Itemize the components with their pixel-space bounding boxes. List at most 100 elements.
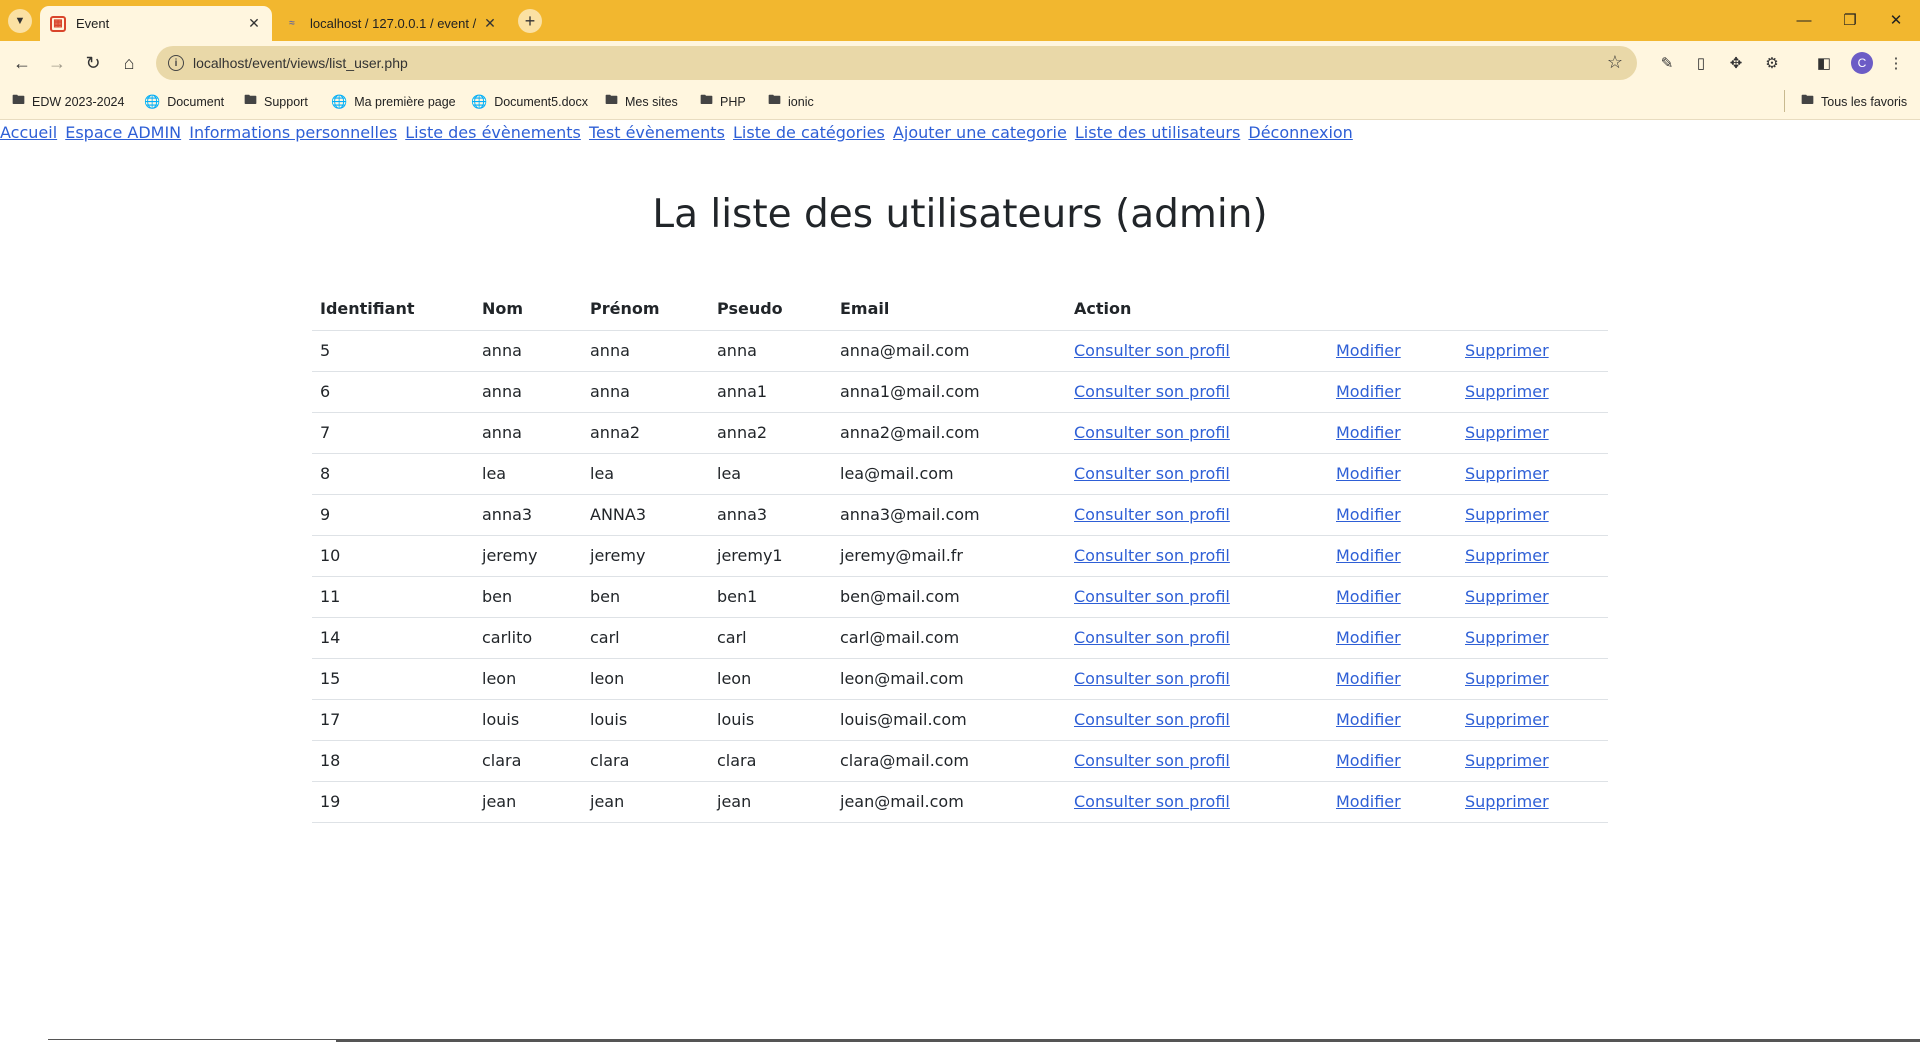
modifier-link[interactable]: Modifier bbox=[1336, 464, 1401, 483]
supprimer-link[interactable]: Supprimer bbox=[1465, 669, 1549, 688]
bookmark-document[interactable]: 🌐 Document bbox=[144, 92, 224, 112]
action-cell: Modifier bbox=[1328, 330, 1457, 372]
cell-prenom: louis bbox=[582, 699, 709, 741]
close-tab-icon[interactable]: ✕ bbox=[480, 14, 500, 34]
minimize-button[interactable]: — bbox=[1789, 8, 1819, 32]
table-row: 19 jean jean jean jean@mail.com Consulter son… bbox=[312, 781, 1608, 823]
close-tab-icon[interactable]: ✕ bbox=[244, 14, 264, 34]
reload-button[interactable]: ↻ bbox=[79, 49, 107, 77]
restore-button[interactable]: ❐ bbox=[1835, 8, 1865, 32]
action-cell: Consulter son profil bbox=[1066, 740, 1328, 782]
cell-prenom: leon bbox=[582, 658, 709, 700]
back-button[interactable]: ← bbox=[8, 49, 36, 77]
bookmark-star-icon[interactable]: ☆ bbox=[1607, 52, 1623, 73]
consulter-profil-link[interactable]: Consulter son profil bbox=[1074, 505, 1230, 524]
modifier-link[interactable]: Modifier bbox=[1336, 546, 1401, 565]
consulter-profil-link[interactable]: Consulter son profil bbox=[1074, 710, 1230, 729]
modifier-link[interactable]: Modifier bbox=[1336, 505, 1401, 524]
extension-pen-icon[interactable]: ✎ bbox=[1655, 51, 1679, 75]
bookmark-ma-premiere-page[interactable]: 🌐 Ma première page bbox=[331, 92, 456, 112]
supprimer-link[interactable]: Supprimer bbox=[1465, 382, 1549, 401]
chevron-down-icon: ▼ bbox=[14, 15, 26, 27]
modifier-link[interactable]: Modifier bbox=[1336, 341, 1401, 360]
modifier-link[interactable]: Modifier bbox=[1336, 751, 1401, 770]
table-row: 15 leon leon leon leon@mail.com Consulter son… bbox=[312, 658, 1608, 700]
bookmarks-divider bbox=[1784, 90, 1785, 112]
nav-link-deconnexion[interactable]: Déconnexion bbox=[1248, 123, 1352, 142]
all-bookmarks[interactable]: 🖿 Tous les favoris bbox=[1801, 92, 1907, 112]
profile-avatar[interactable]: C bbox=[1851, 52, 1873, 74]
home-button[interactable]: ⌂ bbox=[115, 49, 143, 77]
extension-translate-icon[interactable]: ▯ bbox=[1689, 51, 1713, 75]
bookmark-edw[interactable]: 🖿 EDW 2023-2024 bbox=[12, 92, 124, 112]
supprimer-link[interactable]: Supprimer bbox=[1465, 792, 1549, 811]
consulter-profil-link[interactable]: Consulter son profil bbox=[1074, 464, 1230, 483]
forward-button[interactable]: → bbox=[43, 49, 71, 77]
supprimer-link[interactable]: Supprimer bbox=[1465, 505, 1549, 524]
nav-link-accueil[interactable]: Accueil bbox=[0, 123, 57, 142]
nav-link-ajouter-categorie[interactable]: Ajouter une categorie bbox=[893, 123, 1067, 142]
home-icon: ⌂ bbox=[123, 52, 135, 73]
table-row: 5 anna anna anna anna@mail.com Consulter son … bbox=[312, 330, 1608, 372]
modifier-link[interactable]: Modifier bbox=[1336, 587, 1401, 606]
url-text[interactable]: localhost/event/views/list_user.php bbox=[193, 55, 408, 71]
nav-link-test-evenements[interactable]: Test évènements bbox=[589, 123, 725, 142]
bookmark-ionic[interactable]: 🖿 ionic bbox=[768, 92, 814, 112]
bookmark-document5[interactable]: 🌐 Document5.docx bbox=[471, 92, 588, 112]
modifier-link[interactable]: Modifier bbox=[1336, 382, 1401, 401]
cell-email: ben@mail.com bbox=[832, 576, 1066, 618]
consulter-profil-link[interactable]: Consulter son profil bbox=[1074, 382, 1230, 401]
close-window-button[interactable]: ✕ bbox=[1881, 8, 1911, 32]
bookmark-support[interactable]: 🖿 Support bbox=[244, 92, 308, 112]
modifier-link[interactable]: Modifier bbox=[1336, 423, 1401, 442]
site-info-icon[interactable]: i bbox=[168, 55, 184, 71]
extension-move-icon[interactable]: ✥ bbox=[1724, 51, 1748, 75]
supprimer-link[interactable]: Supprimer bbox=[1465, 464, 1549, 483]
supprimer-link[interactable]: Supprimer bbox=[1465, 341, 1549, 360]
cell-email: carl@mail.com bbox=[832, 617, 1066, 659]
consulter-profil-link[interactable]: Consulter son profil bbox=[1074, 587, 1230, 606]
supprimer-link[interactable]: Supprimer bbox=[1465, 710, 1549, 729]
consulter-profil-link[interactable]: Consulter son profil bbox=[1074, 546, 1230, 565]
cell-prenom: anna bbox=[582, 371, 709, 413]
consulter-profil-link[interactable]: Consulter son profil bbox=[1074, 341, 1230, 360]
modifier-link[interactable]: Modifier bbox=[1336, 792, 1401, 811]
consulter-profil-link[interactable]: Consulter son profil bbox=[1074, 628, 1230, 647]
modifier-link[interactable]: Modifier bbox=[1336, 628, 1401, 647]
nav-link-liste-evenements[interactable]: Liste des évènements bbox=[405, 123, 581, 142]
nav-link-informations-personnelles[interactable]: Informations personnelles bbox=[189, 123, 397, 142]
modifier-link[interactable]: Modifier bbox=[1336, 710, 1401, 729]
cell-email: anna@mail.com bbox=[832, 330, 1066, 372]
cell-identifiant: 18 bbox=[312, 740, 474, 782]
nav-link-liste-utilisateurs[interactable]: Liste des utilisateurs bbox=[1075, 123, 1240, 142]
action-cell: Consulter son profil bbox=[1066, 617, 1328, 659]
consulter-profil-link[interactable]: Consulter son profil bbox=[1074, 423, 1230, 442]
tab-phpmyadmin[interactable]: ≈ localhost / 127.0.0.1 / event / u ✕ bbox=[274, 6, 508, 41]
bookmark-mes-sites[interactable]: 🖿 Mes sites bbox=[605, 92, 678, 112]
tab-search-button[interactable]: ▼ bbox=[8, 9, 32, 33]
bookmark-label: Document5.docx bbox=[494, 95, 588, 109]
supprimer-link[interactable]: Supprimer bbox=[1465, 423, 1549, 442]
phpmyadmin-favicon-icon: ≈ bbox=[289, 18, 295, 29]
modifier-link[interactable]: Modifier bbox=[1336, 669, 1401, 688]
nav-link-liste-categories[interactable]: Liste de catégories bbox=[733, 123, 885, 142]
side-panel-icon[interactable]: ◧ bbox=[1812, 51, 1836, 75]
menu-kebab-icon[interactable]: ⋮ bbox=[1884, 51, 1908, 75]
action-cell: Consulter son profil bbox=[1066, 658, 1328, 700]
cell-nom: anna bbox=[474, 330, 582, 372]
extensions-puzzle-icon[interactable]: ⚙ bbox=[1760, 51, 1784, 75]
consulter-profil-link[interactable]: Consulter son profil bbox=[1074, 669, 1230, 688]
bookmark-php[interactable]: 🖿 PHP bbox=[700, 92, 746, 112]
address-bar[interactable]: i localhost/event/views/list_user.php ☆ bbox=[156, 46, 1637, 80]
supprimer-link[interactable]: Supprimer bbox=[1465, 628, 1549, 647]
action-cell: Supprimer bbox=[1457, 658, 1608, 700]
supprimer-link[interactable]: Supprimer bbox=[1465, 546, 1549, 565]
new-tab-button[interactable]: + bbox=[518, 9, 542, 33]
consulter-profil-link[interactable]: Consulter son profil bbox=[1074, 792, 1230, 811]
restore-icon: ❐ bbox=[1843, 12, 1857, 29]
nav-link-espace-admin[interactable]: Espace ADMIN bbox=[65, 123, 181, 142]
supprimer-link[interactable]: Supprimer bbox=[1465, 587, 1549, 606]
consulter-profil-link[interactable]: Consulter son profil bbox=[1074, 751, 1230, 770]
supprimer-link[interactable]: Supprimer bbox=[1465, 751, 1549, 770]
tab-event[interactable]: ▦ Event ✕ bbox=[40, 6, 272, 41]
